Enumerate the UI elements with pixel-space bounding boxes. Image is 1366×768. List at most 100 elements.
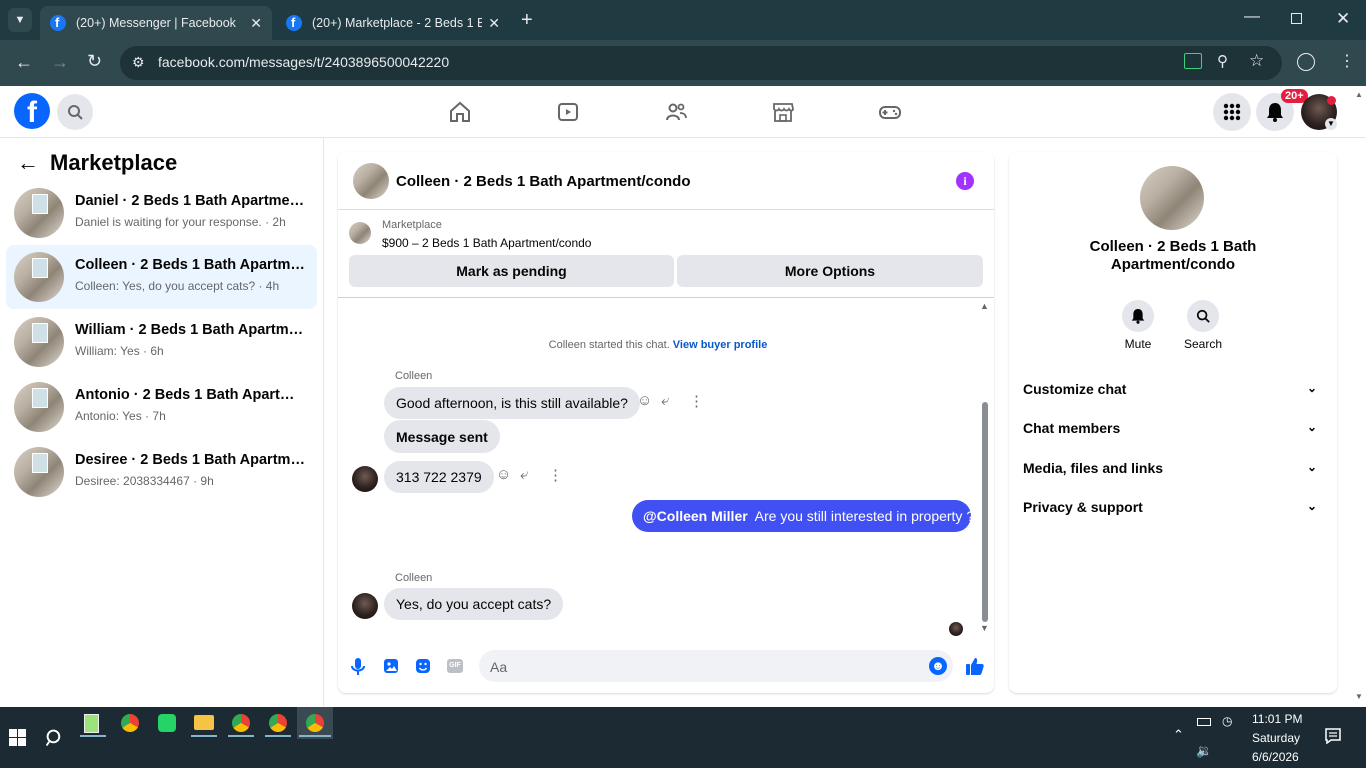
video-icon[interactable] — [556, 100, 580, 124]
whatsapp-app-icon[interactable] — [158, 714, 176, 732]
tab-marketplace[interactable]: (20+) Marketplace - 2 Beds 1 Bath ✕ — [276, 6, 510, 40]
search-button[interactable] — [57, 94, 93, 130]
facebook-favicon-icon — [50, 15, 66, 31]
search-icon[interactable] — [46, 729, 63, 746]
close-tab-icon[interactable]: ✕ — [250, 15, 262, 32]
chrome-app-icon[interactable] — [269, 714, 287, 732]
facebook-logo[interactable]: f — [14, 93, 50, 129]
more-options-button[interactable]: More Options — [677, 255, 983, 287]
volume-icon[interactable]: 🔉 — [1196, 743, 1212, 759]
file-explorer-icon[interactable] — [194, 715, 214, 730]
reload-icon[interactable]: ↻ — [87, 51, 102, 72]
message-bubble[interactable]: Message sent — [384, 420, 500, 453]
chat-title[interactable]: Colleen · 2 Beds 1 Bath Apartment/condo — [396, 173, 691, 190]
notepad-app-icon[interactable] — [84, 714, 99, 733]
reply-icon[interactable]: ⤶ — [661, 392, 669, 409]
sender-avatar[interactable] — [352, 466, 378, 492]
info-button[interactable]: i — [956, 172, 974, 190]
close-window-button[interactable]: ✕ — [1336, 9, 1350, 29]
clock-date[interactable]: 6/6/2026 — [1252, 750, 1299, 764]
show-hidden-icons[interactable]: ⌃ — [1173, 727, 1184, 743]
conversation-snippet: Daniel is waiting for your response. · 2… — [75, 215, 286, 229]
restore-button[interactable] — [1291, 13, 1302, 24]
chrome-app-icon[interactable] — [232, 714, 250, 732]
photo-icon[interactable] — [383, 658, 399, 674]
message-bubble[interactable]: Good afternoon, is this still available? — [384, 387, 640, 419]
listing-photo[interactable] — [1140, 166, 1204, 230]
outgoing-message-bubble[interactable]: @Colleen Miller Are you still interested… — [632, 500, 974, 532]
chevron-down-icon: ⌄ — [1306, 460, 1317, 474]
gif-icon[interactable]: GIF — [447, 659, 463, 673]
minimize-button[interactable]: — — [1244, 8, 1260, 26]
back-arrow-icon[interactable]: ← — [15, 52, 33, 73]
list-item[interactable]: Colleen · 2 Beds 1 Bath Apartment... Col… — [6, 245, 317, 309]
message-bubble[interactable]: Yes, do you accept cats? — [384, 588, 564, 620]
emoji-icon[interactable]: ☻ — [929, 657, 947, 675]
notification-center-icon[interactable] — [1325, 728, 1341, 744]
mute-button[interactable] — [1122, 300, 1154, 332]
search-button[interactable] — [1187, 300, 1219, 332]
friends-icon[interactable] — [664, 100, 688, 124]
media-files-links-section[interactable]: Media, files and links ⌄ — [1023, 460, 1323, 476]
more-icon[interactable]: ⋮ — [689, 392, 704, 410]
address-bar[interactable]: ⚙ facebook.com/messages/t/24038965000422… — [120, 46, 1282, 80]
chevron-down-icon: ⌄ — [1306, 420, 1317, 434]
tab-messenger[interactable]: (20+) Messenger | Facebook ✕ — [40, 6, 272, 40]
home-icon[interactable] — [448, 100, 472, 124]
like-icon[interactable] — [965, 656, 985, 676]
account-chevron-icon[interactable]: ▼ — [1325, 118, 1337, 130]
customize-chat-section[interactable]: Customize chat ⌄ — [1023, 381, 1323, 397]
list-item[interactable]: Daniel · 2 Beds 1 Bath Apartment/... Dan… — [6, 181, 317, 245]
page-scroll-up-arrow[interactable]: ▲ — [1355, 90, 1363, 99]
clock-day[interactable]: Saturday — [1252, 731, 1300, 745]
clock-time[interactable]: 11:01 PM — [1252, 712, 1302, 726]
chrome-app-icon[interactable] — [306, 714, 324, 732]
microphone-icon[interactable] — [351, 658, 365, 676]
bookmark-star-icon[interactable]: ☆ — [1249, 51, 1264, 71]
windows-taskbar: ⌃ ◷ 🔉 11:01 PM Saturday 6/6/2026 — [0, 707, 1366, 768]
react-icon[interactable]: ☺ — [496, 466, 511, 483]
page-scroll-down-arrow[interactable]: ▼ — [1355, 692, 1363, 701]
forward-arrow-icon[interactable]: → — [51, 52, 69, 73]
more-icon[interactable]: ⋮ — [548, 466, 563, 484]
list-item[interactable]: Desiree · 2 Beds 1 Bath Apartment... Des… — [6, 440, 317, 504]
marketplace-icon[interactable] — [771, 100, 795, 124]
chrome-app-icon[interactable] — [121, 714, 139, 732]
listing-price-title[interactable]: $900 – 2 Beds 1 Bath Apartment/condo — [382, 236, 591, 250]
listing-thumbnail[interactable] — [349, 222, 371, 244]
search-label: Search — [1183, 337, 1223, 351]
list-item[interactable]: William · 2 Beds 1 Bath Apartment... Wil… — [6, 310, 317, 374]
view-buyer-profile-link[interactable]: View buyer profile — [673, 339, 768, 351]
close-tab-icon[interactable]: ✕ — [488, 15, 500, 32]
battery-icon[interactable] — [1197, 718, 1211, 726]
windows-start-icon[interactable] — [9, 729, 26, 746]
tab-search-button[interactable]: ▼ — [8, 8, 32, 32]
chrome-menu-icon[interactable]: ⋮ — [1339, 51, 1355, 71]
scroll-up-arrow[interactable]: ▲ — [980, 301, 989, 311]
reply-icon[interactable]: ⤶ — [520, 466, 528, 483]
install-app-icon[interactable] — [1184, 53, 1202, 69]
gaming-icon[interactable] — [878, 100, 902, 124]
message-bubble[interactable]: 313 722 2379 — [384, 461, 494, 493]
scrollbar-thumb[interactable] — [982, 402, 988, 622]
chat-members-section[interactable]: Chat members ⌄ — [1023, 420, 1323, 436]
back-arrow-icon[interactable]: ← — [17, 150, 39, 176]
wifi-icon[interactable]: ◷ — [1222, 714, 1232, 728]
site-settings-icon[interactable]: ⚙ — [132, 54, 145, 71]
sender-avatar[interactable] — [352, 593, 378, 619]
chat-avatar[interactable] — [353, 163, 389, 199]
taskbar-underline — [265, 735, 291, 737]
system-message: Colleen started this chat. View buyer pr… — [338, 339, 978, 351]
new-tab-button[interactable]: + — [521, 9, 533, 32]
message-input[interactable]: Aa ☻ — [479, 650, 953, 682]
react-icon[interactable]: ☺ — [637, 392, 652, 409]
sticker-icon[interactable] — [415, 658, 431, 674]
zoom-icon[interactable]: ⚲ — [1217, 52, 1228, 70]
list-item[interactable]: Antonio · 2 Beds 1 Bath Apartment... Ant… — [6, 375, 317, 439]
mark-as-pending-button[interactable]: Mark as pending — [349, 255, 674, 287]
mention-tag[interactable]: @Colleen Miller — [643, 508, 748, 524]
profile-icon[interactable] — [1297, 53, 1315, 71]
scroll-down-arrow[interactable]: ▼ — [980, 623, 989, 633]
privacy-support-section[interactable]: Privacy & support ⌄ — [1023, 499, 1323, 515]
menu-button[interactable] — [1213, 93, 1251, 131]
